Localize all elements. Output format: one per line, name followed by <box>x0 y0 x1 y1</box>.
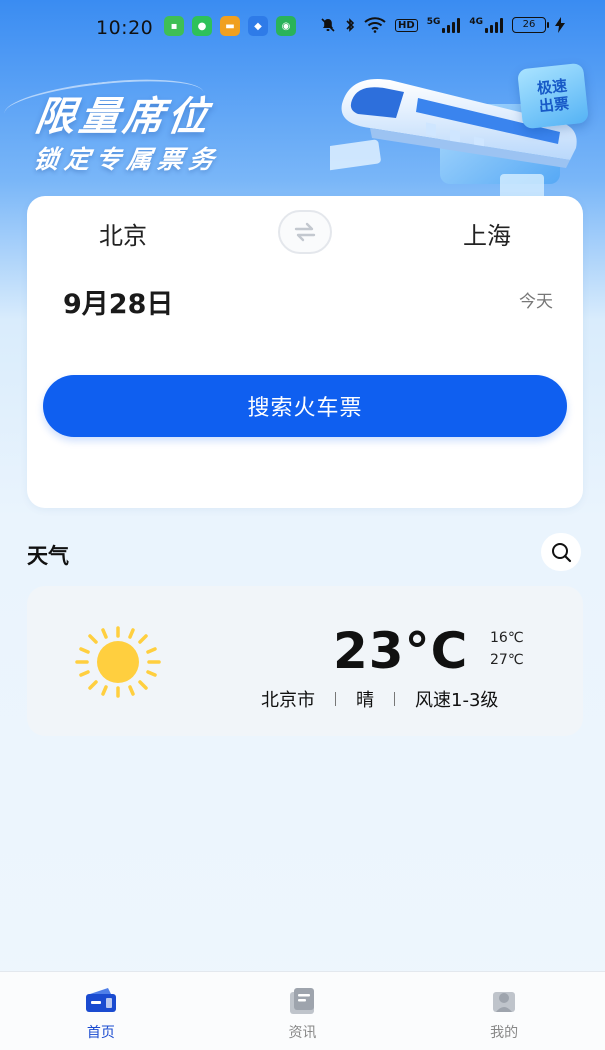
tab-home[interactable]: 首页 <box>0 972 202 1050</box>
banner-title: 限量席位 <box>32 94 215 140</box>
weather-condition: 晴 <box>356 690 374 711</box>
signal-5g-icon: 5G <box>427 17 461 33</box>
wallet-app-icon: ▬ <box>220 16 240 36</box>
swap-cities-button[interactable] <box>278 210 332 254</box>
tab-news[interactable]: 资讯 <box>202 972 404 1050</box>
badge-line2: 出票 <box>538 94 570 116</box>
weather-details: 北京市 晴 风速1-3级 <box>261 686 498 712</box>
tab-profile-label: 我的 <box>490 1025 519 1041</box>
search-train-label: 搜索火车票 <box>247 396 363 421</box>
search-train-button[interactable]: 搜索火车票 <box>43 375 567 437</box>
battery-icon: 26 <box>512 17 549 33</box>
departure-date[interactable]: 9月28日 <box>63 282 173 321</box>
banner-subtitle: 锁定专属票务 <box>31 145 222 174</box>
bottom-tab-bar: 首页 资讯 我的 <box>0 971 605 1050</box>
fast-ticket-badge: 极速 出票 <box>517 62 589 130</box>
departure-city[interactable]: 北京 <box>99 216 147 251</box>
status-time: 10:20 <box>96 17 154 39</box>
wind-speed: 风速1-3级 <box>415 690 499 711</box>
wifi-icon <box>364 17 386 33</box>
mute-bell-icon <box>321 18 335 32</box>
profile-icon <box>493 992 516 1012</box>
battery-level: 26 <box>522 19 536 30</box>
temperature-low: 27℃ <box>490 652 524 668</box>
weather-search-button[interactable] <box>541 533 581 571</box>
weather-city: 北京市 <box>261 690 315 711</box>
sunny-icon <box>75 626 161 698</box>
message-app-icon: ▪ <box>164 16 184 36</box>
hd-icon: HD <box>395 18 418 32</box>
status-bar: 10:20 ▪ ● ▬ ◆ ◉ HD 5G 4G 26 <box>0 0 605 56</box>
weather-section-title: 天气 <box>27 544 69 568</box>
store-app-icon: ◉ <box>276 16 296 36</box>
signal-5g-label: 5G <box>426 17 441 27</box>
tab-home-label: 首页 <box>86 1025 115 1041</box>
divider <box>335 692 336 706</box>
tab-news-label: 资讯 <box>288 1025 317 1041</box>
swap-icon <box>294 222 316 242</box>
tab-profile[interactable]: 我的 <box>403 972 605 1050</box>
weather-card: 23°C 16℃ 27℃ 北京市 晴 风速1-3级 <box>27 586 583 736</box>
status-indicators: HD 5G 4G 26 <box>320 17 565 33</box>
signal-4g-label: 4G <box>469 17 483 27</box>
divider <box>394 692 395 706</box>
bluetooth-icon <box>346 18 355 32</box>
notification-icons: ▪ ● ▬ ◆ ◉ <box>164 16 296 36</box>
arrival-city[interactable]: 上海 <box>463 216 511 251</box>
charging-icon <box>555 17 565 33</box>
browser-app-icon: ◆ <box>248 16 268 36</box>
app-screen: 10:20 ▪ ● ▬ ◆ ◉ HD 5G 4G 26 限量席位 锁定专属票务 … <box>0 0 605 1050</box>
temperature-high: 16℃ <box>490 630 524 646</box>
news-icon <box>289 988 314 1014</box>
current-temperature: 23°C <box>333 622 469 680</box>
promo-banner[interactable]: 限量席位 锁定专属票务 极速 出票 <box>0 56 605 206</box>
ticket-icon <box>85 988 116 1012</box>
search-icon <box>552 543 572 563</box>
day-label: 今天 <box>519 292 553 312</box>
booking-card: 北京 上海 9月28日 今天 搜索火车票 <box>27 196 583 508</box>
wechat-app-icon: ● <box>192 16 212 36</box>
signal-4g-icon: 4G <box>469 17 503 33</box>
